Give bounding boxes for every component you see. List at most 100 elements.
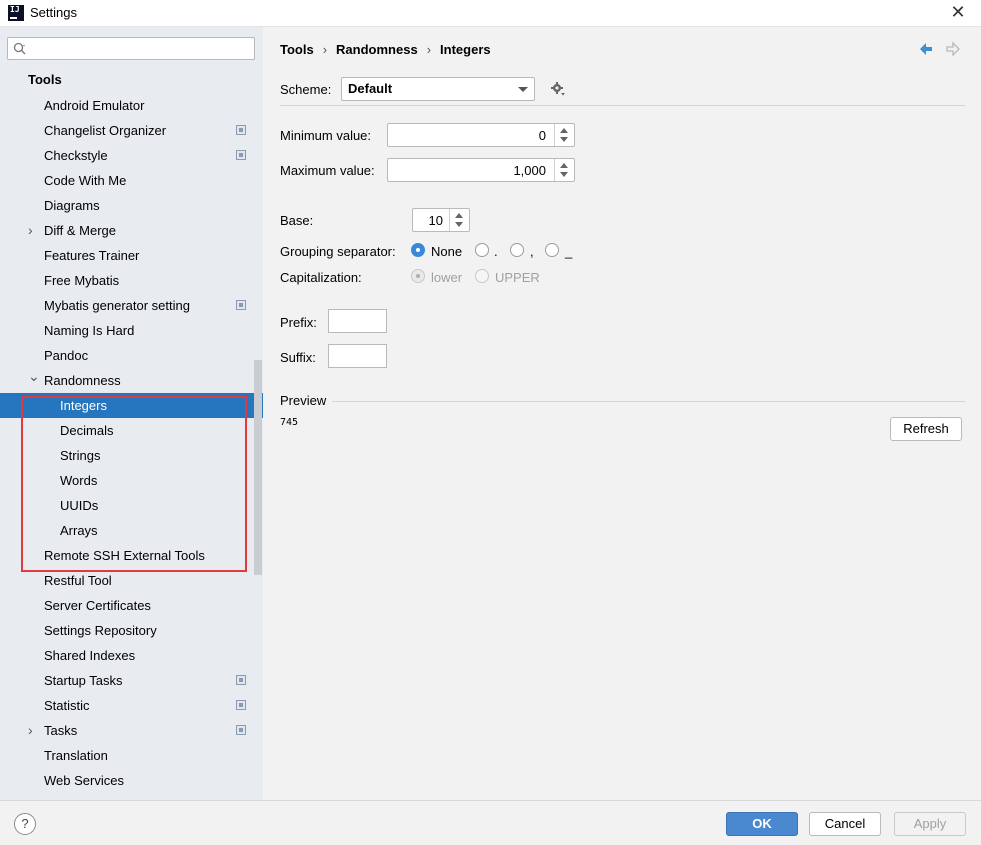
sidebar-item-label: Changelist Organizer	[44, 123, 167, 138]
grouping-comma-label: ,	[530, 244, 534, 259]
grouping-period-radio[interactable]	[475, 243, 489, 257]
ok-button[interactable]: OK	[726, 812, 798, 836]
sidebar-item-settings-repository[interactable]: Settings Repository	[0, 618, 253, 643]
prefix-label: Prefix:	[280, 315, 317, 330]
min-value-label: Minimum value:	[280, 128, 372, 143]
max-value-input[interactable]: 1,000	[387, 158, 575, 182]
sidebar-item-label: Statistic	[44, 698, 90, 713]
project-level-icon	[236, 125, 246, 135]
cap-lower-radio[interactable]	[411, 269, 425, 283]
base-input[interactable]: 10	[412, 208, 470, 232]
sidebar-item-tasks[interactable]: › Tasks	[0, 718, 253, 743]
sidebar-item-mybatis-generator-setting[interactable]: Mybatis generator setting	[0, 293, 253, 318]
grouping-none-label: None	[431, 244, 463, 259]
sidebar-item-label: UUIDs	[60, 498, 99, 513]
sidebar-item-integers[interactable]: Integers	[0, 393, 263, 418]
scheme-value: Default	[348, 81, 393, 96]
suffix-input[interactable]	[328, 344, 387, 368]
search-box[interactable]	[7, 37, 255, 60]
preview-label: Preview	[280, 393, 327, 408]
sidebar-item-diff-merge[interactable]: › Diff & Merge	[0, 218, 253, 243]
sidebar-item-label: Remote SSH External Tools	[44, 548, 205, 563]
window-title: Settings	[30, 5, 77, 20]
max-value: 1,000	[513, 163, 546, 178]
sidebar-item-checkstyle[interactable]: Checkstyle	[0, 143, 253, 168]
cap-lower-label: lower	[431, 270, 463, 285]
settings-content: Tools › Randomness › Integers Scheme: De…	[263, 27, 981, 800]
chevron-down-icon	[518, 87, 528, 92]
sidebar-item-android-emulator[interactable]: Android Emulator	[0, 93, 253, 118]
sidebar-item-decimals[interactable]: Decimals	[0, 418, 253, 443]
intellij-app-icon	[8, 5, 24, 21]
sidebar-item-label: Tasks	[44, 723, 78, 738]
sidebar-item-label: Settings Repository	[44, 623, 157, 638]
help-icon[interactable]: ?	[14, 813, 36, 835]
base-value: 10	[428, 213, 443, 228]
sidebar-item-code-with-me[interactable]: Code With Me	[0, 168, 253, 193]
sidebar-item-label: Strings	[60, 448, 101, 463]
sidebar-item-label: Translation	[44, 748, 108, 763]
min-value-spinner[interactable]	[554, 124, 574, 146]
max-value-spinner[interactable]	[554, 159, 574, 181]
sidebar-item-words[interactable]: Words	[0, 468, 253, 493]
sidebar-scrollbar[interactable]	[254, 360, 262, 575]
suffix-label: Suffix:	[280, 350, 316, 365]
sidebar-item-free-mybatis[interactable]: Free Mybatis	[0, 268, 253, 293]
chevron-down-icon[interactable]: ⌄	[28, 364, 40, 389]
breadcrumb-tools: Tools	[280, 42, 314, 57]
breadcrumb-integers: Integers	[440, 42, 491, 57]
project-level-icon	[236, 150, 246, 160]
grouping-comma-radio[interactable]	[510, 243, 524, 257]
breadcrumb-separator-icon: ›	[426, 42, 432, 57]
sidebar-item-changelist-organizer[interactable]: Changelist Organizer	[0, 118, 253, 143]
scheme-dropdown[interactable]: Default	[341, 77, 535, 101]
close-icon[interactable]: ✕	[949, 3, 967, 21]
sidebar-item-server-certificates[interactable]: Server Certificates	[0, 593, 253, 618]
search-input[interactable]	[32, 39, 250, 58]
gear-icon[interactable]	[551, 82, 565, 96]
sidebar-item-label: Integers	[60, 398, 107, 413]
sidebar-item-web-services[interactable]: Web Services	[0, 768, 253, 793]
sidebar-item-shared-indexes[interactable]: Shared Indexes	[0, 643, 253, 668]
sidebar-item-randomness[interactable]: ⌄ Randomness	[0, 368, 253, 393]
min-value: 0	[538, 128, 546, 143]
sidebar-item-uuids[interactable]: UUIDs	[0, 493, 253, 518]
sidebar-item-statistic[interactable]: Statistic	[0, 693, 253, 718]
cap-upper-radio[interactable]	[475, 269, 489, 283]
sidebar-item-startup-tasks[interactable]: Startup Tasks	[0, 668, 253, 693]
base-label: Base:	[280, 213, 314, 228]
sidebar-item-naming-is-hard[interactable]: Naming Is Hard	[0, 318, 253, 343]
back-arrow-icon[interactable]	[918, 41, 934, 57]
cancel-button[interactable]: Cancel	[809, 812, 881, 836]
min-value-input[interactable]: 0	[387, 123, 575, 147]
sidebar-item-restful-tool[interactable]: Restful Tool	[0, 568, 253, 593]
sidebar-item-strings[interactable]: Strings	[0, 443, 253, 468]
grouping-underscore-radio[interactable]	[545, 243, 559, 257]
sidebar-item-label: Features Trainer	[44, 248, 140, 263]
sidebar-item-arrays[interactable]: Arrays	[0, 518, 253, 543]
sidebar-item-label: Naming Is Hard	[44, 323, 135, 338]
grouping-period-label: .	[494, 244, 498, 259]
max-value-label: Maximum value:	[280, 163, 375, 178]
sidebar-item-diagrams[interactable]: Diagrams	[0, 193, 253, 218]
scheme-divider	[280, 105, 965, 106]
refresh-button[interactable]: Refresh	[890, 417, 962, 441]
sidebar-item-label: Free Mybatis	[44, 273, 120, 288]
prefix-input[interactable]	[328, 309, 387, 333]
chevron-right-icon[interactable]: ›	[28, 718, 40, 743]
sidebar-item-remote-ssh-external-tools[interactable]: Remote SSH External Tools	[0, 543, 253, 568]
preview-value: 745	[280, 417, 299, 428]
forward-arrow-icon[interactable]	[945, 41, 961, 57]
sidebar-item-label: Shared Indexes	[44, 648, 136, 663]
sidebar-item-label: Mybatis generator setting	[44, 298, 190, 313]
sidebar-item-translation[interactable]: Translation	[0, 743, 253, 768]
sidebar-item-label: Diagrams	[44, 198, 100, 213]
breadcrumb-randomness: Randomness	[336, 42, 418, 57]
base-spinner[interactable]	[449, 209, 469, 231]
sidebar-item-label: Restful Tool	[44, 573, 112, 588]
project-level-icon	[236, 300, 246, 310]
chevron-right-icon[interactable]: ›	[28, 218, 40, 243]
apply-button[interactable]: Apply	[894, 812, 966, 836]
grouping-none-radio[interactable]	[411, 243, 425, 257]
sidebar-item-features-trainer[interactable]: Features Trainer	[0, 243, 253, 268]
